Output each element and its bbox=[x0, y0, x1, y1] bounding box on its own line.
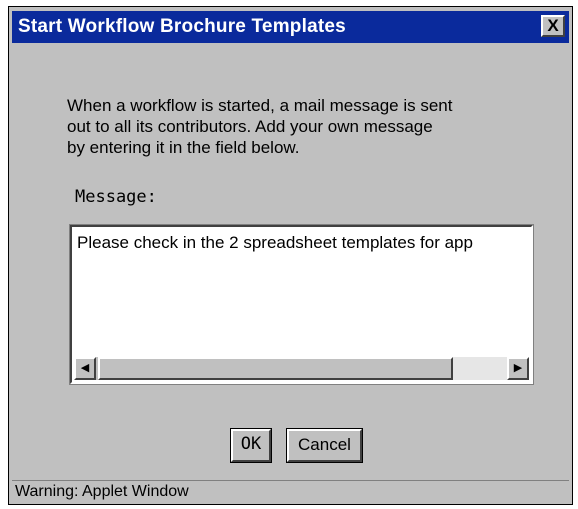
window-title: Start Workflow Brochure Templates bbox=[18, 16, 346, 37]
message-label: Message: bbox=[75, 187, 157, 207]
scroll-track[interactable] bbox=[453, 357, 507, 380]
message-text[interactable]: Please check in the 2 spreadsheet templa… bbox=[77, 233, 473, 253]
arrow-left-icon: ◀ bbox=[80, 362, 90, 374]
close-icon: X bbox=[547, 16, 559, 35]
arrow-right-icon: ▶ bbox=[513, 362, 523, 374]
status-bar: Warning: Applet Window bbox=[12, 480, 569, 502]
title-bar[interactable]: Start Workflow Brochure Templates X bbox=[12, 11, 569, 43]
description-line: out to all its contributors. Add your ow… bbox=[67, 117, 433, 136]
close-button[interactable]: X bbox=[541, 15, 565, 37]
message-field[interactable]: Please check in the 2 spreadsheet templa… bbox=[69, 224, 534, 385]
description-line: by entering it in the field below. bbox=[67, 138, 300, 157]
scroll-thumb[interactable] bbox=[98, 357, 453, 380]
dialog-window: Start Workflow Brochure Templates X When… bbox=[8, 6, 573, 505]
ok-button[interactable]: OK bbox=[230, 428, 272, 463]
horizontal-scrollbar[interactable]: ◀ ▶ bbox=[74, 357, 529, 380]
description-line: When a workflow is started, a mail messa… bbox=[67, 96, 453, 115]
cancel-button[interactable]: Cancel bbox=[286, 428, 363, 463]
description-text: When a workflow is started, a mail messa… bbox=[67, 95, 537, 158]
scroll-right-button[interactable]: ▶ bbox=[507, 357, 529, 380]
scroll-left-button[interactable]: ◀ bbox=[74, 357, 96, 380]
